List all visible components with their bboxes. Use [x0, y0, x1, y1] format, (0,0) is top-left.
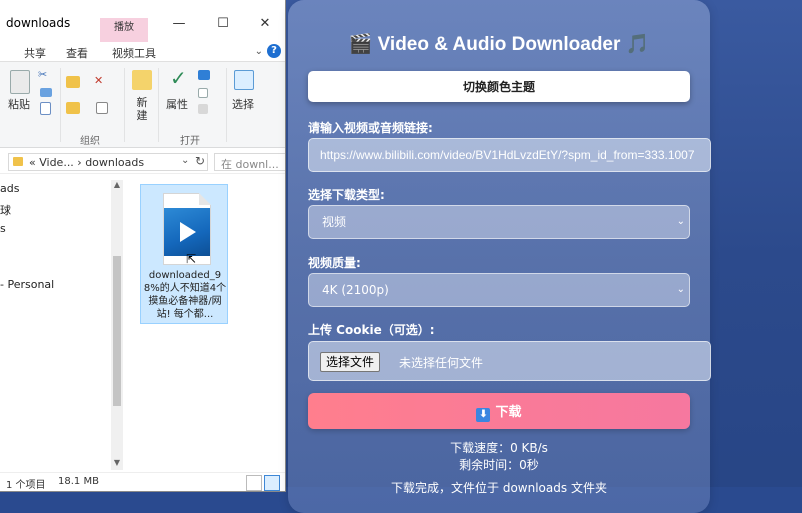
- close-button[interactable]: ✕: [252, 14, 278, 34]
- download-button[interactable]: ⬇ 下载: [308, 393, 690, 429]
- app-title: 🎬 Video & Audio Downloader 🎵: [348, 34, 650, 55]
- quality-selected-value: 4K (2100p): [322, 283, 389, 297]
- download-button-label: 下载: [495, 403, 522, 419]
- help-icon[interactable]: ?: [267, 44, 281, 58]
- nav-item-onedrive-personal[interactable]: - Personal: [0, 278, 54, 291]
- selection-size: 18.1 MB: [58, 476, 99, 487]
- file-name: downloaded_98%的人不知道4个摸鱼必备神器/网站! 每个都...: [143, 270, 227, 320]
- chevron-down-icon: ⌄: [676, 284, 685, 295]
- file-item[interactable]: downloaded_98%的人不知道4个摸鱼必备神器/网站! 每个都...: [140, 184, 228, 324]
- remaining-time: 剩余时间：0秒: [459, 458, 539, 472]
- ribbon-separator: [226, 68, 227, 142]
- window-title: downloads: [6, 16, 71, 30]
- folder-icon: [13, 157, 23, 166]
- tab-share[interactable]: 共享: [24, 45, 46, 61]
- details-view-icon[interactable]: [246, 475, 262, 491]
- new-button[interactable]: 新建: [134, 96, 150, 122]
- move-to-icon[interactable]: [66, 76, 80, 88]
- cut-icon[interactable]: ✂: [38, 68, 47, 81]
- address-path[interactable]: « Vide... › downloads: [29, 156, 144, 169]
- play-icon: [180, 222, 196, 242]
- type-selected-value: 视频: [322, 215, 347, 229]
- paste-shortcut-icon[interactable]: [40, 102, 51, 115]
- nav-item-downloads[interactable]: ads: [0, 182, 19, 195]
- cookie-file-input[interactable]: 选择文件 未选择任何文件: [308, 341, 711, 381]
- scrollbar-thumb[interactable]: [113, 256, 121, 406]
- status-bar: 1 个项目 18.1 MB: [0, 472, 285, 491]
- nav-scrollbar[interactable]: ▲ ▼: [111, 180, 123, 470]
- minimize-button[interactable]: —: [166, 14, 192, 34]
- ribbon-separator: [124, 68, 125, 142]
- item-count: 1 个项目: [6, 480, 46, 491]
- search-input[interactable]: 在 downl...: [214, 153, 285, 171]
- downloader-panel: 🎬 Video & Audio Downloader 🎵 切换颜色主题 请输入视…: [288, 0, 711, 513]
- ribbon-separator: [158, 68, 159, 142]
- type-select[interactable]: 视频 ⌄: [308, 205, 690, 239]
- scroll-up-icon[interactable]: ▲: [111, 180, 123, 189]
- edit-icon[interactable]: [198, 88, 208, 98]
- download-status: 下载完成，文件位于 downloads 文件夹: [391, 481, 607, 495]
- copy-to-icon[interactable]: [66, 102, 80, 114]
- url-label: 请输入视频或音频链接:: [308, 121, 433, 135]
- context-tab-play[interactable]: 播放: [100, 18, 148, 42]
- refresh-icon[interactable]: ↻: [195, 154, 205, 168]
- paste-button[interactable]: 粘贴: [8, 96, 30, 112]
- properties-button[interactable]: 属性: [166, 96, 188, 112]
- clipboard-icon[interactable]: [10, 70, 30, 94]
- maximize-button[interactable]: ☐: [210, 14, 236, 34]
- tab-view[interactable]: 查看: [66, 45, 88, 61]
- ribbon-tabs: 共享 查看 视频工具 ⌄ ?: [0, 42, 285, 62]
- scroll-down-icon[interactable]: ▼: [111, 458, 123, 467]
- cookie-label: 上传 Cookie（可选）:: [308, 323, 435, 337]
- select-button[interactable]: 选择: [232, 96, 254, 112]
- ribbon: 粘贴 ✂ ✕ 组织 新建 ✓ 属性 打开 选择: [0, 62, 285, 148]
- quality-select[interactable]: 4K (2100p) ⌄: [308, 273, 690, 307]
- page-fold: [199, 193, 211, 205]
- nav-item-s[interactable]: s: [0, 222, 6, 235]
- choose-file-button[interactable]: 选择文件: [320, 352, 381, 372]
- chevron-down-icon: ⌄: [676, 216, 685, 227]
- video-thumbnail: [164, 208, 210, 256]
- chevron-down-icon[interactable]: ⌄: [255, 46, 263, 57]
- ribbon-separator: [60, 68, 61, 142]
- url-input[interactable]: [308, 138, 711, 172]
- no-file-text: 未选择任何文件: [399, 356, 484, 370]
- tab-video-tools[interactable]: 视频工具: [112, 45, 156, 61]
- mouse-cursor-icon: ⇱: [186, 252, 197, 266]
- select-all-icon[interactable]: [234, 70, 254, 90]
- file-explorer-window: downloads 播放 — ☐ ✕ 共享 查看 视频工具 ⌄ ? 粘贴 ✂ ✕…: [0, 0, 286, 492]
- history-icon[interactable]: [198, 104, 208, 114]
- properties-check-icon[interactable]: ✓: [170, 66, 187, 90]
- large-icons-view-icon[interactable]: [264, 475, 280, 491]
- rename-icon[interactable]: [96, 102, 108, 114]
- address-input[interactable]: « Vide... › downloads ⌄ ↻: [8, 153, 208, 171]
- delete-icon[interactable]: ✕: [94, 74, 103, 87]
- search-placeholder: 在 downl...: [221, 158, 279, 171]
- new-folder-icon[interactable]: [132, 70, 152, 90]
- address-bar: « Vide... › downloads ⌄ ↻ 在 downl...: [0, 150, 285, 174]
- toggle-theme-button[interactable]: 切换颜色主题: [308, 71, 690, 102]
- title-bar: downloads 播放 — ☐ ✕: [0, 0, 285, 42]
- nav-item-global[interactable]: 球: [0, 202, 11, 218]
- group-open-label: 打开: [180, 136, 200, 147]
- quality-label: 视频质量:: [308, 256, 361, 270]
- file-list: downloaded_98%的人不知道4个摸鱼必备神器/网站! 每个都...: [126, 176, 285, 472]
- open-icon[interactable]: [198, 70, 210, 80]
- group-organize-label: 组织: [80, 136, 100, 147]
- chevron-down-icon[interactable]: ⌄: [181, 155, 189, 166]
- navigation-pane: ads 球 s - Personal: [0, 176, 124, 472]
- download-arrow-icon: ⬇: [476, 407, 491, 422]
- download-speed: 下载速度：0 KB/s: [450, 441, 548, 455]
- type-label: 选择下载类型:: [308, 188, 385, 202]
- copy-path-icon[interactable]: [40, 88, 52, 97]
